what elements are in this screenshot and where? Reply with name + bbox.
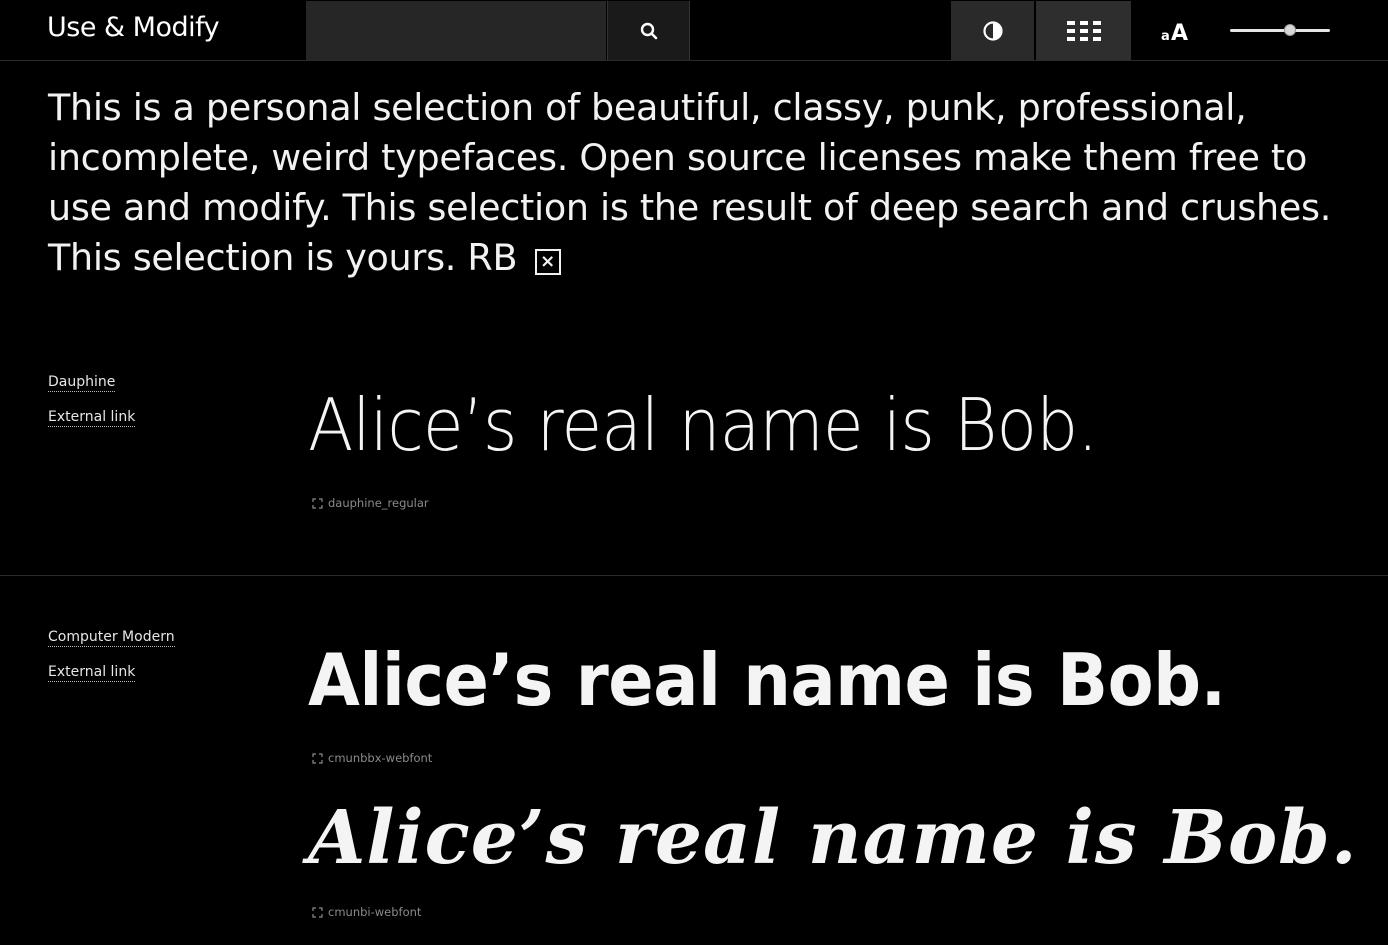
search-input[interactable]: [306, 1, 606, 60]
section-divider: [0, 575, 1388, 576]
text-size-icon: a A: [1161, 21, 1188, 42]
search-icon: [640, 22, 657, 39]
expand-icon: [312, 497, 323, 509]
external-link[interactable]: External link: [48, 409, 136, 427]
expand-icon: [312, 752, 323, 764]
slider-track: [1230, 29, 1330, 32]
contrast-icon: [982, 20, 1003, 41]
external-link[interactable]: External link: [48, 664, 136, 682]
text-size-button[interactable]: a A: [1133, 1, 1217, 60]
font-name-link[interactable]: Dauphine: [48, 374, 116, 392]
font-sample: Alice’s real name is Bob.: [308, 638, 1226, 722]
font-sample: Alice’s real name is Bob.: [308, 795, 1358, 881]
font-file-label[interactable]: cmunbi-webfont: [312, 905, 421, 919]
intro-paragraph: This is a personal selection of beautifu…: [48, 86, 1332, 279]
expand-icon: [312, 906, 323, 918]
grid-icon: [1066, 20, 1101, 41]
font-sample: Alice’s real name is Bob.: [308, 383, 1098, 467]
font-file-name: cmunbbx-webfont: [328, 751, 433, 765]
top-bar: Use & Modify a A: [0, 0, 1388, 61]
font-size-slider[interactable]: [1230, 20, 1330, 40]
font-name-link[interactable]: Computer Modern: [48, 629, 175, 647]
intro-text: This is a personal selection of beautifu…: [48, 83, 1368, 283]
font-file-name: dauphine_regular: [328, 496, 429, 510]
font-file-label[interactable]: dauphine_regular: [312, 496, 429, 510]
site-logo[interactable]: Use & Modify: [47, 12, 220, 43]
font-file-label[interactable]: cmunbbx-webfont: [312, 751, 432, 765]
font-file-name: cmunbi-webfont: [328, 905, 422, 919]
contrast-toggle-button[interactable]: [951, 1, 1034, 60]
search-button[interactable]: [607, 1, 690, 60]
svg-text:a: a: [1161, 29, 1170, 42]
svg-text:A: A: [1171, 21, 1188, 42]
slider-thumb[interactable]: [1284, 24, 1296, 36]
grid-view-button[interactable]: [1036, 1, 1131, 60]
close-intro-button[interactable]: ×: [534, 249, 561, 275]
